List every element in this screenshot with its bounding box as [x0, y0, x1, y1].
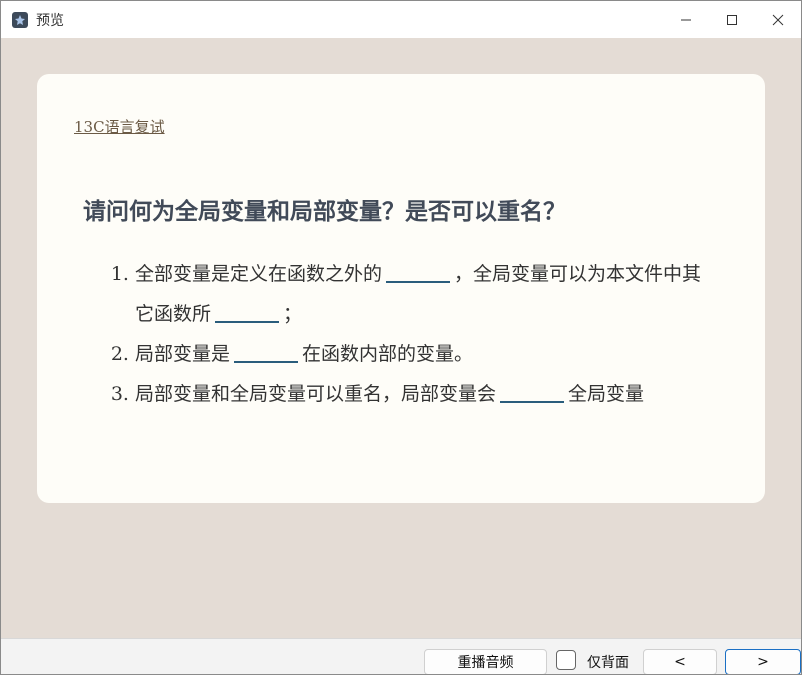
- answer-text: 全局变量: [568, 383, 645, 405]
- bottom-toolbar: 重播音频 仅背面 < >: [1, 638, 801, 674]
- flashcard: 13C语言复试 请问何为全局变量和局部变量？是否可以重名？ 全部变量是定义在函数…: [37, 74, 765, 503]
- answer-text: 全部变量是定义在函数之外的: [135, 263, 383, 285]
- cloze-blank: [500, 383, 565, 403]
- maximize-icon: [727, 14, 737, 25]
- answer-text: 局部变量是: [135, 343, 231, 365]
- preview-window: 预览 13C语言复试 请问何为全局变量和局部变量？是否可以重名？ 1. 全部变量…: [0, 0, 802, 675]
- close-button[interactable]: [755, 1, 801, 38]
- close-icon: [772, 14, 784, 25]
- answer-text: 在函数内部的变量。: [302, 343, 474, 365]
- answer-text: ；: [283, 303, 303, 325]
- window-controls: [663, 1, 801, 38]
- maximize-button[interactable]: [709, 1, 755, 38]
- next-button[interactable]: >: [725, 649, 801, 674]
- deck-name-link[interactable]: 13C语言复试: [74, 116, 165, 137]
- answer-item-1: 全部变量是定义在函数之外的，全局变量可以为本文件中其它函数所；: [135, 254, 717, 334]
- minimize-button[interactable]: [663, 1, 709, 38]
- minimize-icon: [681, 19, 691, 20]
- window-title: 预览: [36, 12, 64, 29]
- back-only-label: 仅背面: [587, 655, 629, 671]
- question-text: 请问何为全局变量和局部变量？是否可以重名？: [83, 198, 566, 225]
- answer-list: 全部变量是定义在函数之外的，全局变量可以为本文件中其它函数所； 局部变量是 在函数…: [97, 254, 717, 414]
- answer-item-3: 局部变量和全局变量可以重名，局部变量会 全局变量: [135, 374, 717, 414]
- back-only-checkbox[interactable]: [556, 650, 576, 670]
- app-logo-icon: [12, 11, 28, 28]
- title-bar[interactable]: 预览: [1, 1, 801, 38]
- cloze-blank: [234, 343, 299, 363]
- answer-item-2: 局部变量是 在函数内部的变量。: [135, 334, 717, 374]
- answer-text: 局部变量和全局变量可以重名，局部变量会: [135, 383, 497, 405]
- cloze-blank: [215, 303, 280, 323]
- cloze-blank: [386, 263, 451, 283]
- replay-audio-button[interactable]: 重播音频: [424, 649, 547, 674]
- previous-button[interactable]: <: [643, 649, 717, 674]
